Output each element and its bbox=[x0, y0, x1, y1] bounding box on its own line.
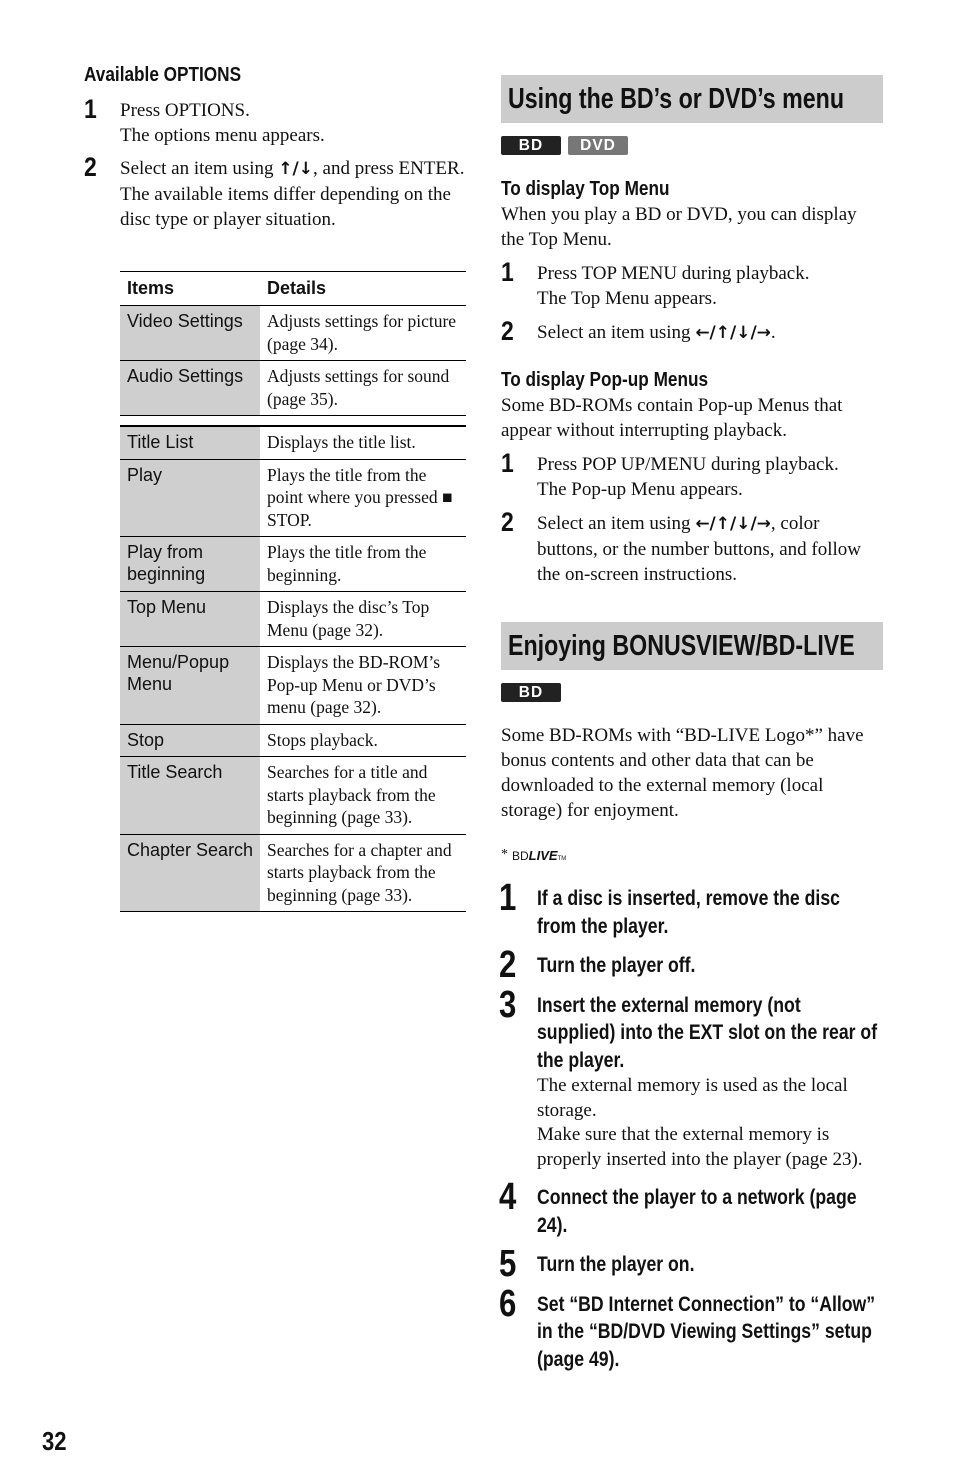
section-title: Using the BD’s or DVD’s menu bbox=[508, 82, 845, 115]
bonusview-step-2: 2 Turn the player off. bbox=[499, 944, 696, 986]
details-cell: Displays the title list. bbox=[260, 426, 466, 460]
step-text: Press POP UP/MENU during playback. bbox=[537, 454, 839, 475]
step-text: Select an item using ←/↑/↓/→, color butt… bbox=[537, 513, 862, 585]
bonusview-steps: 1 If a disc is inserted, remove the disc… bbox=[499, 877, 883, 1373]
bd-live-logo-icon: BDLIVETM bbox=[512, 848, 567, 863]
step-text: Press OPTIONS. bbox=[120, 100, 250, 121]
disc-type-badges: BD bbox=[501, 683, 883, 702]
details-cell: Searches for a chapter and starts playba… bbox=[260, 834, 466, 912]
section-banner-bonusview: Enjoying BONUSVIEW/BD-LIVE bbox=[501, 622, 883, 670]
popup-menu-block: To display Pop-up Menus Some BD-ROMs con… bbox=[501, 367, 883, 587]
right-column: Using the BD’s or DVD’s menu BD DVD To d… bbox=[499, 75, 883, 1373]
section-banner-bd-dvd-menu: Using the BD’s or DVD’s menu bbox=[501, 75, 883, 123]
item-cell: Top Menu bbox=[120, 591, 260, 647]
step-number: 2 bbox=[501, 316, 514, 346]
details-cell: Plays the title from the beginning. bbox=[260, 536, 466, 592]
details-cell: Displays the disc’s Top Menu (page 32). bbox=[260, 591, 466, 647]
bd-badge: BD bbox=[501, 136, 561, 155]
item-cell: Audio Settings bbox=[120, 360, 260, 416]
bonusview-step-5: 5 Turn the player on. bbox=[499, 1243, 695, 1285]
up-down-arrow-icon: ↑/↓ bbox=[278, 159, 314, 179]
table-row: Chapter Search Searches for a chapter and… bbox=[120, 834, 466, 912]
step-number: 1 bbox=[84, 94, 97, 124]
top-menu-heading: To display Top Menu bbox=[501, 178, 670, 200]
top-menu-block: To display Top Menu When you play a BD o… bbox=[501, 176, 883, 346]
direction-arrows-icon: ←/↑/↓/→ bbox=[695, 514, 771, 534]
disc-type-badges: BD DVD bbox=[501, 136, 883, 155]
step-number: 2 bbox=[84, 152, 97, 182]
table-row: Title Search Searches for a title and sta… bbox=[120, 756, 466, 835]
table-row: Play from beginning Plays the title from … bbox=[120, 536, 466, 592]
step-number: 1 bbox=[501, 257, 514, 287]
bonusview-intro: Some BD-ROMs with “BD-LIVE Logo*” have b… bbox=[501, 725, 864, 821]
details-cell: Searches for a title and starts playback… bbox=[260, 756, 466, 835]
options-table: Items Details Video Settings Adjusts sett… bbox=[120, 271, 466, 912]
table-row: Top Menu Displays the disc’s Top Menu (pa… bbox=[120, 591, 466, 647]
step-text: Press TOP MENU during playback. bbox=[537, 263, 810, 284]
step-text: Select an item using ←/↑/↓/→. bbox=[537, 322, 776, 343]
item-cell: Stop bbox=[120, 724, 260, 757]
bonusview-step-6: 6 Set “BD Internet Connection” to “Allow… bbox=[499, 1282, 876, 1371]
item-cell: Menu/Popup Menu bbox=[120, 646, 260, 725]
step-note: The available items differ depending on … bbox=[120, 184, 451, 230]
item-cell: Play from beginning bbox=[120, 536, 260, 592]
item-cell: Video Settings bbox=[120, 305, 260, 361]
details-cell: Stops playback. bbox=[260, 724, 466, 757]
table-group-separator bbox=[120, 415, 466, 427]
left-column: Available OPTIONS 1 Press OPTIONS. The o… bbox=[84, 62, 469, 232]
bonusview-step-1: 1 If a disc is inserted, remove the disc… bbox=[499, 877, 840, 938]
item-cell: Title List bbox=[120, 426, 260, 460]
top-menu-intro: When you play a BD or DVD, you can displ… bbox=[501, 204, 857, 250]
item-cell: Chapter Search bbox=[120, 834, 260, 912]
popup-menu-intro: Some BD-ROMs contain Pop-up Menus that a… bbox=[501, 395, 843, 441]
table-row: Menu/Popup Menu Displays the BD-ROM’s Pop… bbox=[120, 646, 466, 725]
table-row: Video Settings Adjusts settings for pictu… bbox=[120, 305, 466, 361]
details-cell: Adjusts settings for sound (page 35). bbox=[260, 360, 466, 416]
options-step-1: 1 Press OPTIONS. The options menu appear… bbox=[84, 94, 469, 148]
page-number: 32 bbox=[42, 1426, 67, 1456]
dvd-badge: DVD bbox=[568, 136, 628, 155]
item-cell: Play bbox=[120, 459, 260, 537]
bd-badge: BD bbox=[501, 683, 561, 702]
step-number: 2 bbox=[501, 507, 514, 537]
popup-menu-heading: To display Pop-up Menus bbox=[501, 369, 709, 391]
step-number: 1 bbox=[501, 448, 514, 478]
step-note: The Top Menu appears. bbox=[537, 288, 717, 309]
column-header-details: Details bbox=[260, 271, 466, 306]
table-row: Title List Displays the title list. bbox=[120, 426, 466, 460]
popup-menu-step-2: 2 Select an item using ←/↑/↓/→, color bu… bbox=[501, 507, 883, 587]
item-cell: Title Search bbox=[120, 756, 260, 835]
available-options-heading: Available OPTIONS bbox=[84, 64, 242, 86]
details-cell: Displays the BD-ROM’s Pop-up Menu or DVD… bbox=[260, 646, 466, 725]
options-step-2: 2 Select an item using ↑/↓, and press EN… bbox=[84, 152, 469, 232]
bonusview-step-3: 3 Insert the external memory (not suppli… bbox=[499, 983, 878, 1170]
details-cell: Plays the title from the point where you… bbox=[260, 459, 466, 537]
details-cell: Adjusts settings for picture (page 34). bbox=[260, 305, 466, 361]
table-row: Play Plays the title from the point where… bbox=[120, 459, 466, 537]
table-row: Audio Settings Adjusts settings for sound… bbox=[120, 360, 466, 416]
section-title: Enjoying BONUSVIEW/BD-LIVE bbox=[508, 629, 855, 662]
step-note: The options menu appears. bbox=[120, 125, 325, 146]
step-note: The Pop-up Menu appears. bbox=[537, 479, 743, 500]
step-text: Select an item using ↑/↓, and press ENTE… bbox=[120, 158, 465, 179]
top-menu-step-2: 2 Select an item using ←/↑/↓/→. bbox=[501, 316, 883, 346]
table-row: Stop Stops playback. bbox=[120, 724, 466, 757]
bd-live-logo: * BDLIVETM bbox=[501, 847, 567, 863]
direction-arrows-icon: ←/↑/↓/→ bbox=[695, 323, 771, 343]
bonusview-step-4: 4 Connect the player to a network (page … bbox=[499, 1176, 857, 1237]
column-header-items: Items bbox=[120, 271, 260, 306]
popup-menu-step-1: 1 Press POP UP/MENU during playback. The… bbox=[501, 448, 883, 502]
top-menu-step-1: 1 Press TOP MENU during playback. The To… bbox=[501, 257, 883, 311]
